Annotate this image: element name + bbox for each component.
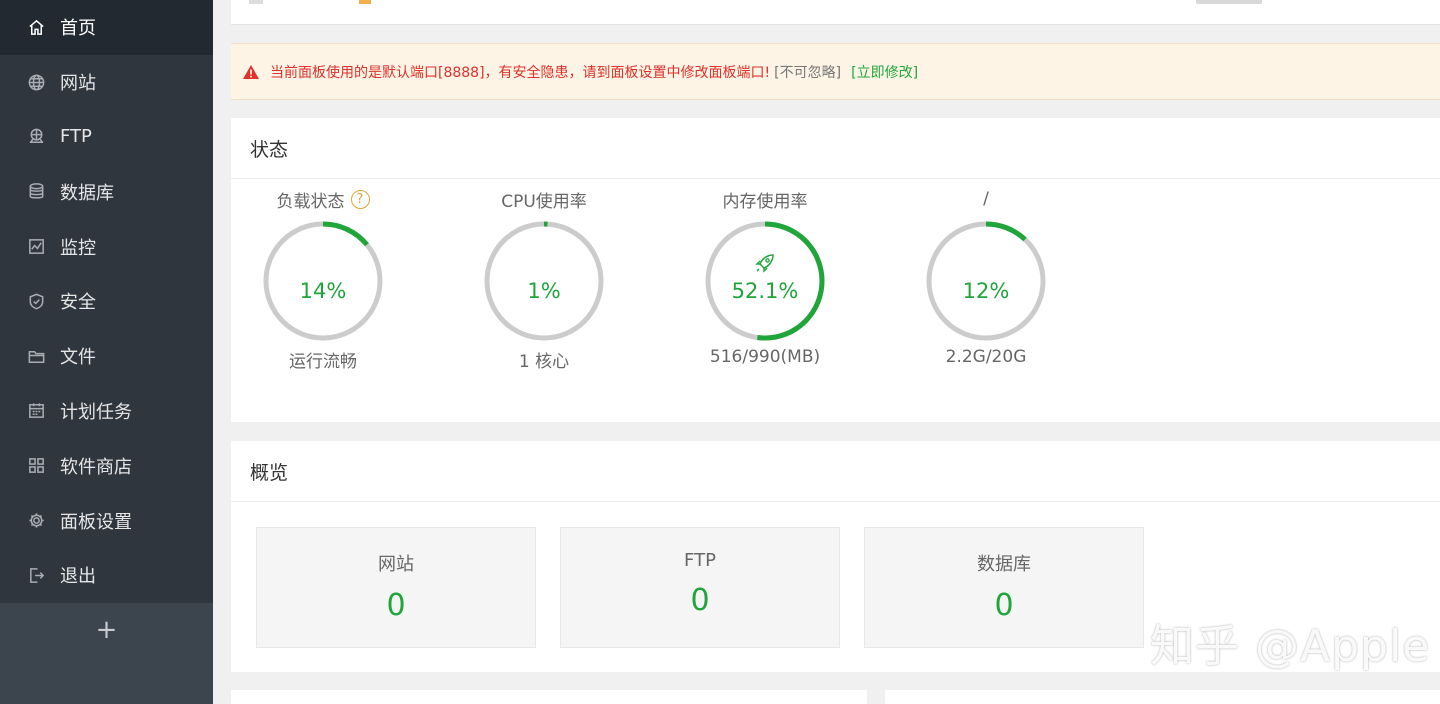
sidebar-item-label: 退出 — [60, 566, 96, 588]
topbar-item — [249, 0, 263, 4]
gauge-title: 内存使用率 — [722, 191, 808, 212]
overview-card-count[interactable]: 0 — [561, 583, 839, 618]
folder-icon — [26, 346, 46, 366]
top-info-bar — [231, 0, 1440, 25]
gauge-value: 1% — [527, 279, 561, 303]
add-shortcut-button[interactable]: + — [0, 603, 213, 657]
sidebar-item-label: 监控 — [60, 237, 96, 259]
home-icon — [26, 17, 46, 37]
help-icon[interactable]: ? — [350, 189, 370, 209]
cpu-gauge[interactable]: CPU使用率 1% 1 核心 — [454, 179, 634, 372]
sidebar-item-home[interactable]: 首页 — [0, 0, 213, 55]
sidebar-item-monitor[interactable]: 监控 — [0, 219, 213, 274]
gauge-subtitle: 2.2G/20G — [945, 347, 1027, 367]
topbar-item — [359, 0, 371, 4]
gauge-subtitle: 1 核心 — [518, 352, 570, 372]
sidebar: 首页 网站 FTP 数据库 监控 安全 文件 计划任务 软件商店 面板设置 退出… — [0, 0, 213, 704]
calendar-icon — [26, 401, 46, 421]
rocket-icon[interactable] — [753, 251, 777, 275]
bottom-panel-right — [885, 690, 1440, 704]
sidebar-item-label: 网站 — [60, 73, 96, 95]
sidebar-item-logout[interactable]: 退出 — [0, 548, 213, 603]
shield-icon — [26, 291, 46, 311]
overview-card-ftp[interactable]: FTP 0 — [560, 527, 840, 648]
sidebar-item-app-store[interactable]: 软件商店 — [0, 438, 213, 493]
sidebar-item-cron[interactable]: 计划任务 — [0, 384, 213, 439]
gauge-value: 52.1% — [731, 279, 799, 303]
watermark: 知乎 @Apple — [1150, 621, 1431, 672]
monitor-chart-icon — [26, 237, 46, 257]
sidebar-item-label: 面板设置 — [60, 511, 132, 533]
sidebar-item-label: 软件商店 — [60, 456, 132, 478]
memory-gauge[interactable]: 内存使用率 52.1% 516/990(MB) — [675, 179, 855, 367]
overview-card-label: FTP — [684, 550, 716, 571]
overview-card-label: 数据库 — [977, 554, 1031, 575]
topbar-button[interactable] — [1196, 0, 1262, 4]
gauge-title: 负载状态 — [276, 191, 345, 212]
gauge-subtitle: 运行流畅 — [289, 352, 357, 372]
status-title: 状态 — [231, 118, 1440, 179]
globe-icon — [26, 72, 46, 92]
warning-icon — [243, 64, 259, 79]
gauge-value: 14% — [299, 279, 347, 303]
bottom-panel-left — [231, 690, 867, 704]
security-alert: 当前面板使用的是默认端口[8888]，有安全隐患，请到面板设置中修改面板端口! … — [231, 43, 1440, 100]
sidebar-item-label: 首页 — [60, 18, 96, 40]
overview-card-label: 网站 — [378, 554, 414, 575]
apps-grid-icon — [26, 456, 46, 476]
overview-card-database[interactable]: 数据库 0 — [864, 527, 1144, 648]
sidebar-item-files[interactable]: 文件 — [0, 329, 213, 384]
sidebar-item-database[interactable]: 数据库 — [0, 164, 213, 219]
sidebar-item-label: 计划任务 — [60, 401, 132, 423]
sidebar-nav: 首页 网站 FTP 数据库 监控 安全 文件 计划任务 软件商店 面板设置 退出 — [0, 0, 213, 603]
sidebar-item-label: 数据库 — [60, 182, 114, 204]
gauge-title: / — [983, 189, 989, 209]
gear-icon — [26, 511, 46, 531]
database-icon — [26, 182, 46, 202]
gauge-value: 12% — [962, 279, 1010, 303]
overview-card-count[interactable]: 0 — [865, 588, 1143, 623]
gauge-title: CPU使用率 — [501, 191, 587, 212]
sidebar-item-panel-settings[interactable]: 面板设置 — [0, 493, 213, 548]
alert-ignore-note: [不可忽略] — [774, 64, 842, 81]
disk-gauge[interactable]: / 12% 2.2G/20G — [896, 179, 1076, 367]
sidebar-item-label: 文件 — [60, 347, 96, 369]
alert-message: 当前面板使用的是默认端口[8888]，有安全隐患，请到面板设置中修改面板端口! — [270, 64, 771, 81]
sidebar-item-label: 安全 — [60, 292, 96, 314]
sidebar-item-security[interactable]: 安全 — [0, 274, 213, 329]
gauge-subtitle: 516/990(MB) — [709, 347, 821, 367]
overview-card-websites[interactable]: 网站 0 — [256, 527, 536, 648]
overview-title: 概览 — [231, 441, 1440, 502]
sidebar-item-label: FTP — [60, 126, 92, 148]
sidebar-item-websites[interactable]: 网站 — [0, 55, 213, 110]
fix-now-link[interactable]: [立即修改] — [851, 62, 918, 82]
logout-icon — [26, 565, 46, 585]
load-gauge[interactable]: 负载状态 ? 14% 运行流畅 — [233, 179, 413, 372]
overview-card-count[interactable]: 0 — [257, 588, 535, 623]
sidebar-item-ftp[interactable]: FTP — [0, 110, 213, 165]
status-panel: 状态 负载状态 ? 14% 运行流畅 CPU使用率 1% 1 核心 内存使用率 — [231, 118, 1440, 422]
ftp-icon — [26, 127, 46, 147]
